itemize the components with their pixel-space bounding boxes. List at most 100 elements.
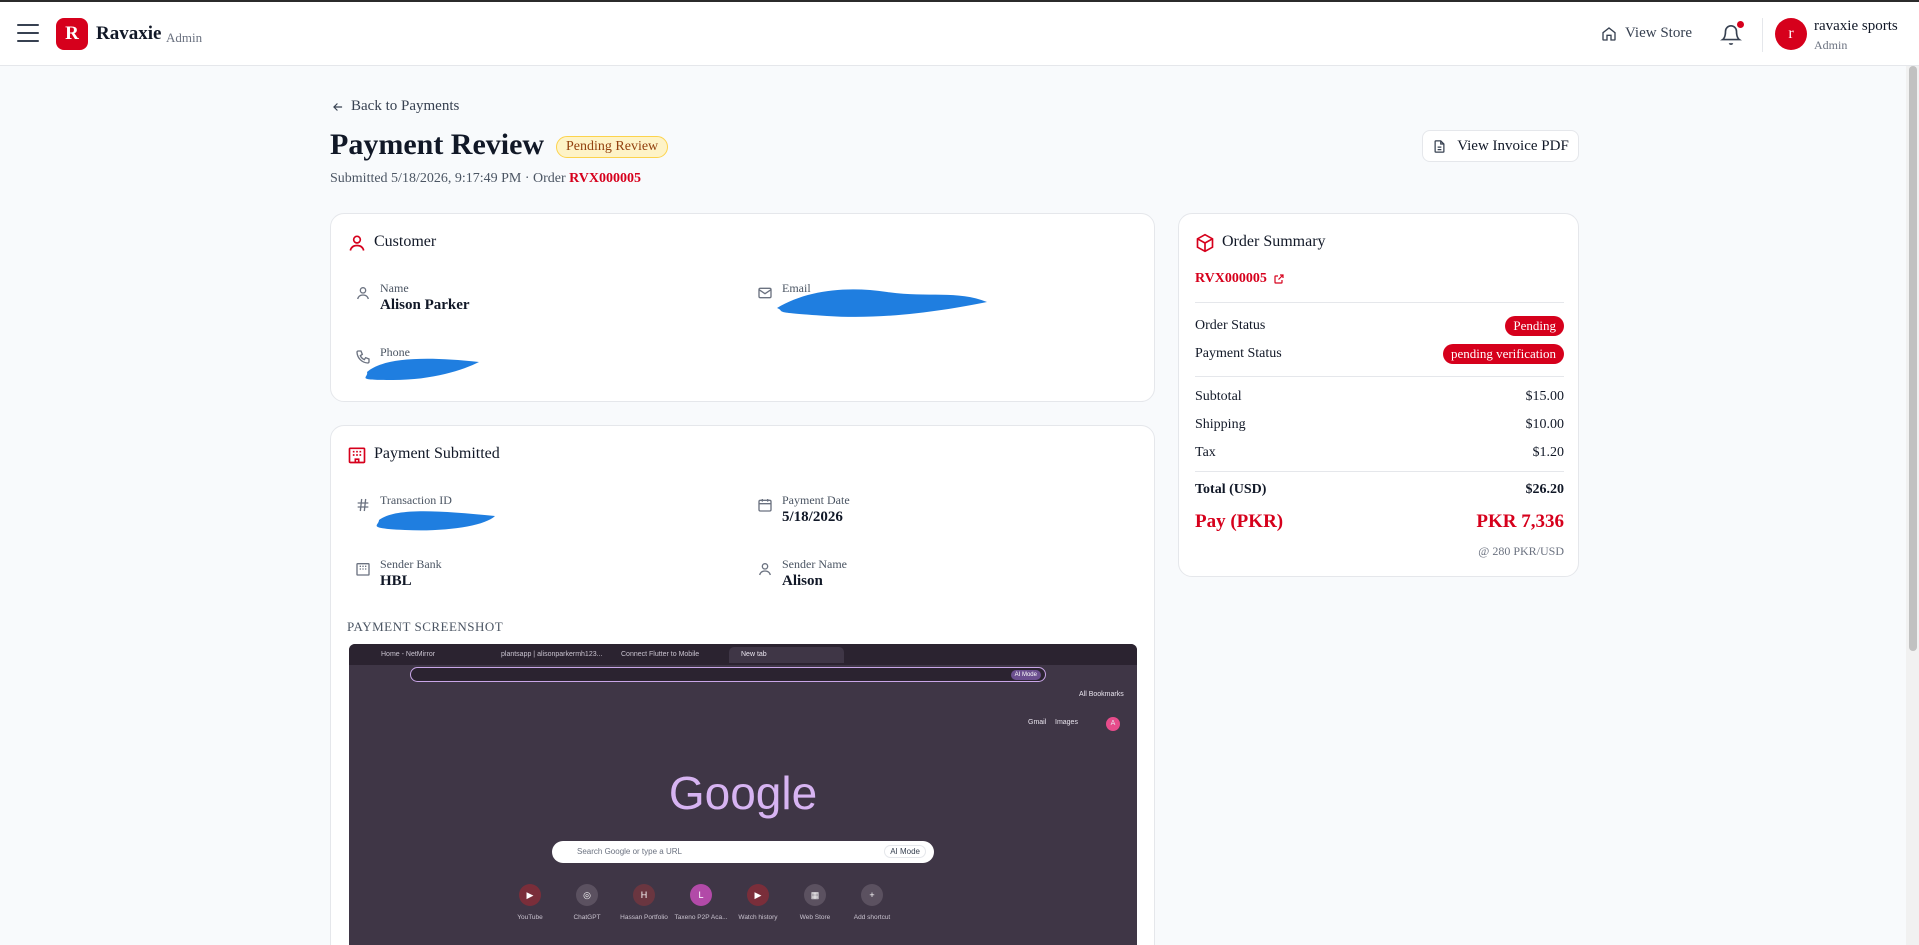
screenshot-search-box: Search Google or type a URL AI Mode (552, 841, 934, 863)
submitted-info: Submitted 5/18/2026, 9:17:49 PM · Order … (330, 171, 641, 187)
status-badge: Pending Review (556, 136, 669, 158)
payment-title: Payment Submitted (374, 445, 500, 462)
building-icon (356, 563, 370, 576)
screenshot-shortcut: L Taxeno P2P Aca... (673, 884, 729, 921)
name-value: Alison Parker (380, 297, 470, 313)
user-icon (349, 235, 365, 251)
screenshot-search-placeholder: Search Google or type a URL (577, 847, 682, 856)
web-store-icon: ▦ (804, 884, 826, 906)
person-icon (357, 287, 369, 300)
summary-divider (1195, 376, 1564, 377)
order-id[interactable]: RVX000005 (569, 171, 641, 186)
exchange-rate: @ 280 PKR/USD (1478, 544, 1564, 558)
screenshot-ai-mode: AI Mode (1010, 670, 1041, 680)
sender-bank-value: HBL (380, 573, 412, 589)
brand-name: Ravaxie (96, 23, 162, 44)
back-label: Back to Payments (351, 98, 460, 114)
view-store-label: View Store (1625, 25, 1693, 41)
top-header: R Ravaxie Admin View Store r ravaxie spo… (0, 2, 1919, 66)
brand-logo[interactable]: R (56, 18, 88, 50)
user-avatar[interactable]: r (1775, 18, 1807, 50)
order-summary-title: Order Summary (1222, 233, 1326, 250)
order-summary-card: Order Summary RVX000005 Order Status Pen… (1178, 213, 1579, 577)
order-status-row: Order Status Pending (1195, 316, 1564, 336)
shipping-row: Shipping $10.00 (1195, 417, 1564, 433)
payment-status-label: Payment Status (1195, 346, 1282, 361)
total-value: $26.20 (1525, 482, 1565, 497)
tax-value: $1.20 (1532, 445, 1565, 460)
screenshot-search-ai-mode: AI Mode (884, 845, 926, 858)
page-scrollbar-thumb[interactable] (1909, 66, 1917, 651)
screenshot-shortcut: ▶ YouTube (502, 884, 558, 921)
customer-card: Customer Name Alison Parker Email Phone (330, 213, 1155, 402)
brand-subtitle: Admin (166, 30, 203, 45)
youtube-icon: ▶ (519, 884, 541, 906)
summary-divider (1195, 471, 1564, 472)
user-name[interactable]: ravaxie sports (1814, 18, 1898, 35)
portfolio-icon: H (633, 884, 655, 906)
subtotal-value: $15.00 (1525, 389, 1565, 404)
payment-status-badge: pending verification (1442, 344, 1564, 364)
package-icon (1196, 233, 1214, 253)
bank-icon (348, 447, 366, 464)
home-icon (1602, 26, 1616, 41)
pay-label: Pay (PKR) (1195, 511, 1284, 532)
shipping-value: $10.00 (1525, 417, 1565, 432)
notification-dot (1737, 21, 1744, 28)
total-label: Total (USD) (1195, 482, 1267, 497)
sender-bank-label: Sender Bank (380, 557, 442, 571)
total-row: Total (USD) $26.20 (1195, 482, 1564, 498)
payment-screenshot-label: PAYMENT SCREENSHOT (347, 619, 504, 634)
order-status-badge: Pending (1505, 316, 1564, 336)
view-store-link[interactable]: View Store (1601, 25, 1692, 42)
subtotal-row: Subtotal $15.00 (1195, 389, 1564, 405)
payment-card: Payment Submitted Transaction ID Payment… (330, 425, 1155, 945)
sender-name-value: Alison (782, 573, 823, 589)
academy-icon: L (690, 884, 712, 906)
arrow-left-icon (333, 102, 343, 111)
screenshot-shortcut: + Add shortcut (844, 884, 900, 921)
screenshot-shortcut: ▦ Web Store (787, 884, 843, 921)
calendar-icon (758, 499, 772, 512)
screenshot-google-logo: Google (668, 767, 818, 819)
phone-redaction (365, 358, 479, 380)
screenshot-url-bar: AI Mode (410, 667, 1046, 682)
view-invoice-label: View Invoice PDF (1457, 137, 1569, 154)
menu-icon[interactable] (17, 24, 39, 44)
customer-title: Customer (374, 233, 437, 250)
add-shortcut-icon: + (861, 884, 883, 906)
submitted-text: Submitted 5/18/2026, 9:17:49 PM · Order (330, 171, 566, 186)
tax-label: Tax (1195, 445, 1216, 460)
person-icon (759, 563, 771, 576)
screenshot-tab: Connect Flutter to Mobile (621, 651, 700, 658)
order-link-label: RVX000005 (1195, 271, 1267, 286)
screenshot-shortcut: ▶ Watch history (730, 884, 786, 921)
payment-screenshot-image[interactable]: Home - NetMirror plantsapp | alisonparke… (349, 644, 1137, 945)
screenshot-tab: plantsapp | alisonparkermh123... (501, 651, 603, 658)
screenshot-bookmarks: All Bookmarks (1079, 691, 1124, 698)
external-link-icon (1274, 274, 1284, 284)
header-divider (1762, 18, 1763, 52)
watch-history-icon: ▶ (747, 884, 769, 906)
pay-pkr-row: Pay (PKR) PKR 7,336 (1195, 511, 1564, 533)
name-label: Name (380, 281, 409, 295)
order-link[interactable]: RVX000005 (1195, 271, 1285, 287)
screenshot-shortcut: ◎ ChatGPT (559, 884, 615, 921)
view-invoice-button[interactable]: View Invoice PDF (1422, 130, 1579, 162)
screenshot-account-avatar: A (1106, 717, 1120, 731)
summary-divider (1195, 302, 1564, 303)
order-status-label: Order Status (1195, 318, 1266, 333)
screenshot-tab: New tab (729, 647, 844, 663)
screenshot-gmail: Gmail (1028, 719, 1047, 726)
transaction-redaction (376, 511, 495, 531)
payment-date-label: Payment Date (782, 493, 850, 507)
email-redaction (777, 289, 987, 317)
screenshot-shortcut: H Hassan Portfolio (616, 884, 672, 921)
back-to-payments-link[interactable]: Back to Payments (331, 98, 459, 115)
screenshot-tab-bar: Home - NetMirror plantsapp | alisonparke… (349, 644, 1137, 665)
hash-icon (357, 498, 369, 512)
exchange-rate-row: @ 280 PKR/USD (1195, 544, 1564, 559)
pay-value: PKR 7,336 (1476, 511, 1564, 532)
chatgpt-icon: ◎ (576, 884, 598, 906)
subtotal-label: Subtotal (1195, 389, 1242, 404)
